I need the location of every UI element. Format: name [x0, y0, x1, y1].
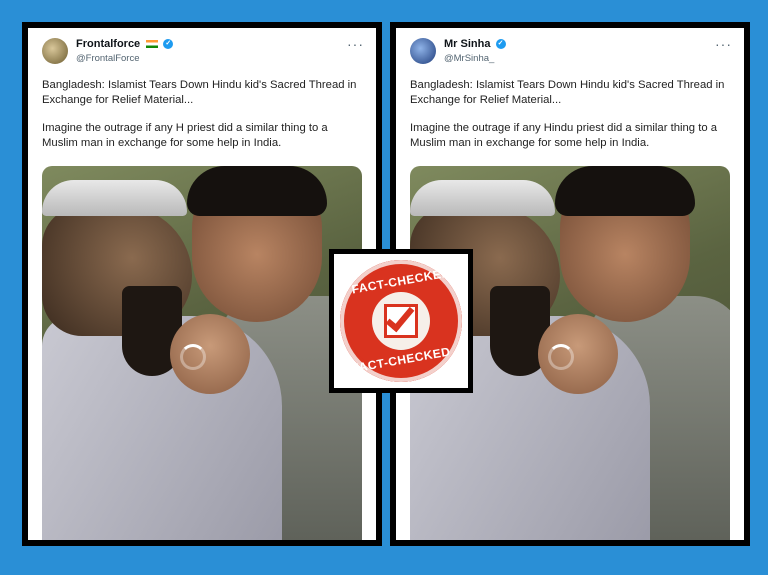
more-options-icon[interactable]: ··· — [715, 36, 732, 52]
boy-hair — [187, 166, 327, 216]
fact-check-badge-inner: FACT-CHECKED FACT-CHECKED — [334, 254, 468, 388]
tweet-text: Bangladesh: Islamist Tears Down Hindu ki… — [410, 78, 730, 164]
india-flag-icon — [146, 40, 159, 49]
avatar[interactable] — [410, 38, 436, 64]
tweet-text-paragraph: Imagine the outrage if any Hindu priest … — [410, 122, 718, 149]
tweet-media-video[interactable] — [42, 166, 362, 540]
tweet-card: Frontalforce ✓ @FrontalForce ··· Banglad… — [28, 28, 376, 540]
more-options-icon[interactable]: ··· — [347, 36, 364, 52]
fact-check-badge: FACT-CHECKED FACT-CHECKED — [329, 249, 473, 393]
tweet-header: Frontalforce ✓ @FrontalForce ··· — [42, 36, 364, 72]
tweet-text: Bangladesh: Islamist Tears Down Hindu ki… — [42, 78, 362, 164]
loading-spinner-icon — [180, 344, 206, 370]
boy-hair — [555, 166, 695, 216]
author-handle[interactable]: @MrSinha_ — [444, 53, 494, 64]
author-name[interactable]: Frontalforce — [76, 38, 140, 50]
tweet-text-paragraph: Bangladesh: Islamist Tears Down Hindu ki… — [42, 79, 357, 106]
checkmark-icon — [384, 301, 418, 338]
verified-badge-icon: ✓ — [163, 39, 174, 50]
verified-badge-icon: ✓ — [495, 39, 506, 50]
man-cap — [42, 180, 187, 216]
tweet-header: Mr Sinha ✓ @MrSinha_ ··· — [410, 36, 732, 72]
man-cap — [410, 180, 555, 216]
tweet-text-paragraph: Bangladesh: Islamist Tears Down Hindu ki… — [410, 79, 725, 106]
left-tweet-panel: Frontalforce ✓ @FrontalForce ··· Banglad… — [22, 22, 382, 546]
loading-spinner-icon — [548, 344, 574, 370]
author-handle[interactable]: @FrontalForce — [76, 53, 140, 64]
tweet-text-paragraph: Imagine the outrage if any H priest did … — [42, 122, 328, 149]
author-name-row[interactable]: Frontalforce ✓ — [76, 38, 174, 50]
author-name[interactable]: Mr Sinha — [444, 38, 490, 50]
avatar[interactable] — [42, 38, 68, 64]
check-stroke — [385, 301, 415, 333]
author-name-row[interactable]: Mr Sinha ✓ — [444, 38, 506, 50]
fact-checked-stamp-icon: FACT-CHECKED FACT-CHECKED — [340, 260, 462, 382]
